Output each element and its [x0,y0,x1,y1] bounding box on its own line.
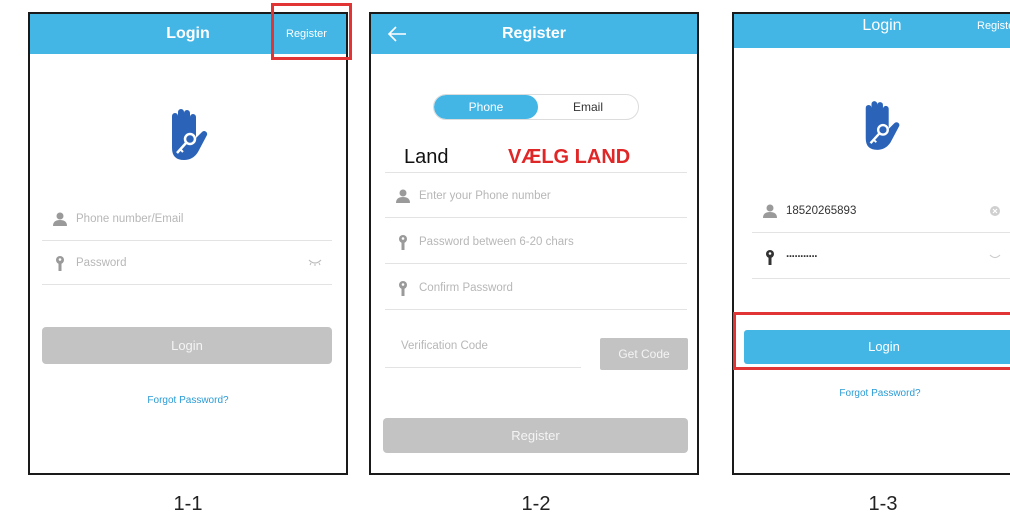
user-icon [53,212,67,226]
phone-number-field[interactable]: Enter your Phone number [385,174,687,218]
screen-register: Register Phone Email Land VÆLG LAND Ente… [369,12,699,475]
country-select[interactable]: VÆLG LAND [508,146,630,169]
password-field[interactable]: ··········· [752,235,1010,279]
divider [385,172,687,173]
register-button[interactable]: Register [383,418,688,453]
screen-login-2: Login Registe 18520265893 ··········· Lo… [732,12,1010,475]
eye-closed-icon[interactable] [989,253,1001,261]
user-icon [763,204,777,218]
password-field[interactable]: Password [42,241,332,285]
land-label: Land [404,146,449,168]
phone-value: 18520265893 [786,205,857,217]
login-highlight-box [733,312,1010,370]
tab-phone[interactable]: Phone [434,95,538,119]
caption-1-2: 1-2 [521,493,551,515]
password-placeholder: Password between 6-20 chars [419,236,574,248]
phone-email-field[interactable]: 18520265893 [752,189,1010,233]
password-value: ··········· [786,251,818,263]
tab-email[interactable]: Email [538,95,638,119]
user-icon [396,189,410,203]
forgot-password-link[interactable]: Forgot Password? [30,395,346,406]
register-method-toggle: Phone Email [433,94,639,120]
caption-1-1: 1-1 [173,493,203,515]
hand-key-logo [865,101,900,150]
screen-login-1: Login Register Phone number/Email Passwo… [28,12,348,475]
password-placeholder: Password [76,257,127,269]
key-icon [766,250,774,265]
clear-icon[interactable] [990,206,1000,216]
confirm-password-placeholder: Confirm Password [419,282,513,294]
phone-number-placeholder: Enter your Phone number [419,190,551,202]
phone-email-field[interactable]: Phone number/Email [42,197,332,241]
page-title: Register [501,25,567,42]
key-icon [56,256,64,271]
caption-1-3: 1-3 [868,493,898,515]
login-button[interactable]: Login [42,327,332,364]
register-link[interactable]: Registe [977,14,1010,38]
register-highlight-box [271,3,352,60]
confirm-password-field[interactable]: Confirm Password [385,266,687,310]
hand-key-logo [172,109,208,160]
password-field[interactable]: Password between 6-20 chars [385,220,687,264]
eye-closed-icon[interactable] [308,257,322,267]
forgot-password-link[interactable]: Forgot Password? [734,388,1010,399]
verification-code-placeholder: Verification Code [401,340,488,352]
key-icon [399,281,407,296]
page-title: Login [862,17,902,34]
verification-code-field[interactable]: Verification Code [385,324,581,368]
get-code-button[interactable]: Get Code [600,338,688,370]
key-icon [399,235,407,250]
phone-email-placeholder: Phone number/Email [76,213,184,225]
